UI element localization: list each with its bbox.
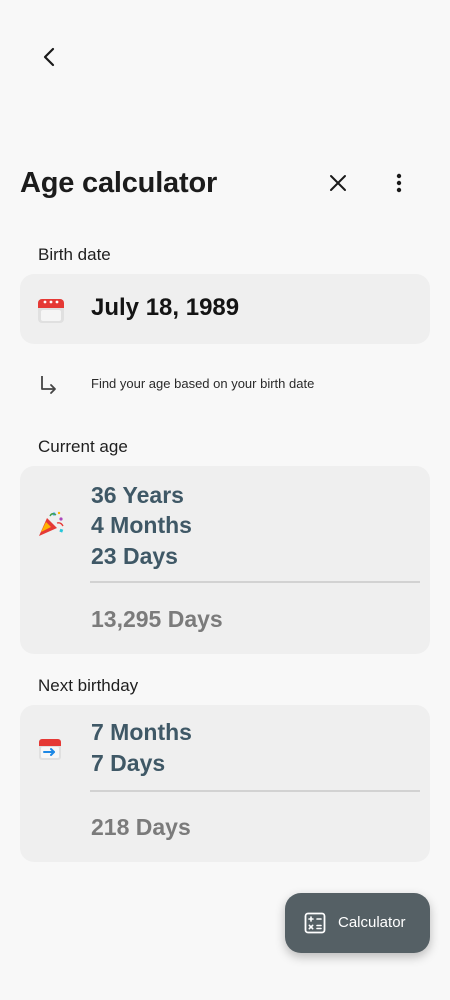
close-icon bbox=[330, 175, 346, 191]
hint-text: Find your age based on your birth date bbox=[91, 376, 315, 391]
birthday-divider bbox=[90, 790, 420, 792]
close-button[interactable] bbox=[318, 163, 358, 203]
current-age-label: Current age bbox=[38, 437, 128, 456]
age-divider bbox=[90, 581, 420, 583]
calculator-button[interactable]: Calculator bbox=[285, 893, 430, 953]
page-title: Age calculator bbox=[20, 166, 218, 199]
age-total-days: 13,295 Days bbox=[91, 606, 223, 632]
more-vert-icon bbox=[396, 173, 402, 193]
age-years: 36 Years bbox=[91, 482, 184, 508]
current-age-card: 36 Years 4 Months 23 Days 13,295 Days bbox=[20, 466, 430, 654]
birthday-days: 7 Days bbox=[91, 750, 166, 776]
subdirectory-arrow-icon bbox=[41, 376, 56, 394]
birth-date-value: July 18, 1989 bbox=[91, 294, 240, 321]
age-days: 23 Days bbox=[91, 543, 178, 569]
birth-date-label: Birth date bbox=[38, 245, 111, 264]
age-calculator-screen: Age calculator Birth date July 18, 1989 … bbox=[0, 0, 450, 1000]
arrow-back-icon bbox=[43, 47, 55, 67]
party-popper-icon bbox=[37, 510, 65, 543]
calculator-button-label: Calculator bbox=[338, 914, 406, 931]
birthday-total-days: 218 Days bbox=[91, 814, 191, 840]
calendar-icon bbox=[37, 296, 65, 329]
more-options-button[interactable] bbox=[379, 163, 419, 203]
calculator-icon bbox=[304, 912, 326, 939]
title-bar: Age calculator bbox=[20, 160, 430, 206]
calendar-arrow-icon bbox=[37, 736, 63, 767]
back-button[interactable] bbox=[30, 37, 70, 77]
next-birthday-label: Next birthday bbox=[38, 676, 139, 695]
birthday-months: 7 Months bbox=[91, 719, 192, 745]
age-months: 4 Months bbox=[91, 512, 192, 538]
birth-date-field[interactable]: July 18, 1989 bbox=[20, 274, 430, 344]
next-birthday-card: 7 Months 7 Days 218 Days bbox=[20, 705, 430, 862]
